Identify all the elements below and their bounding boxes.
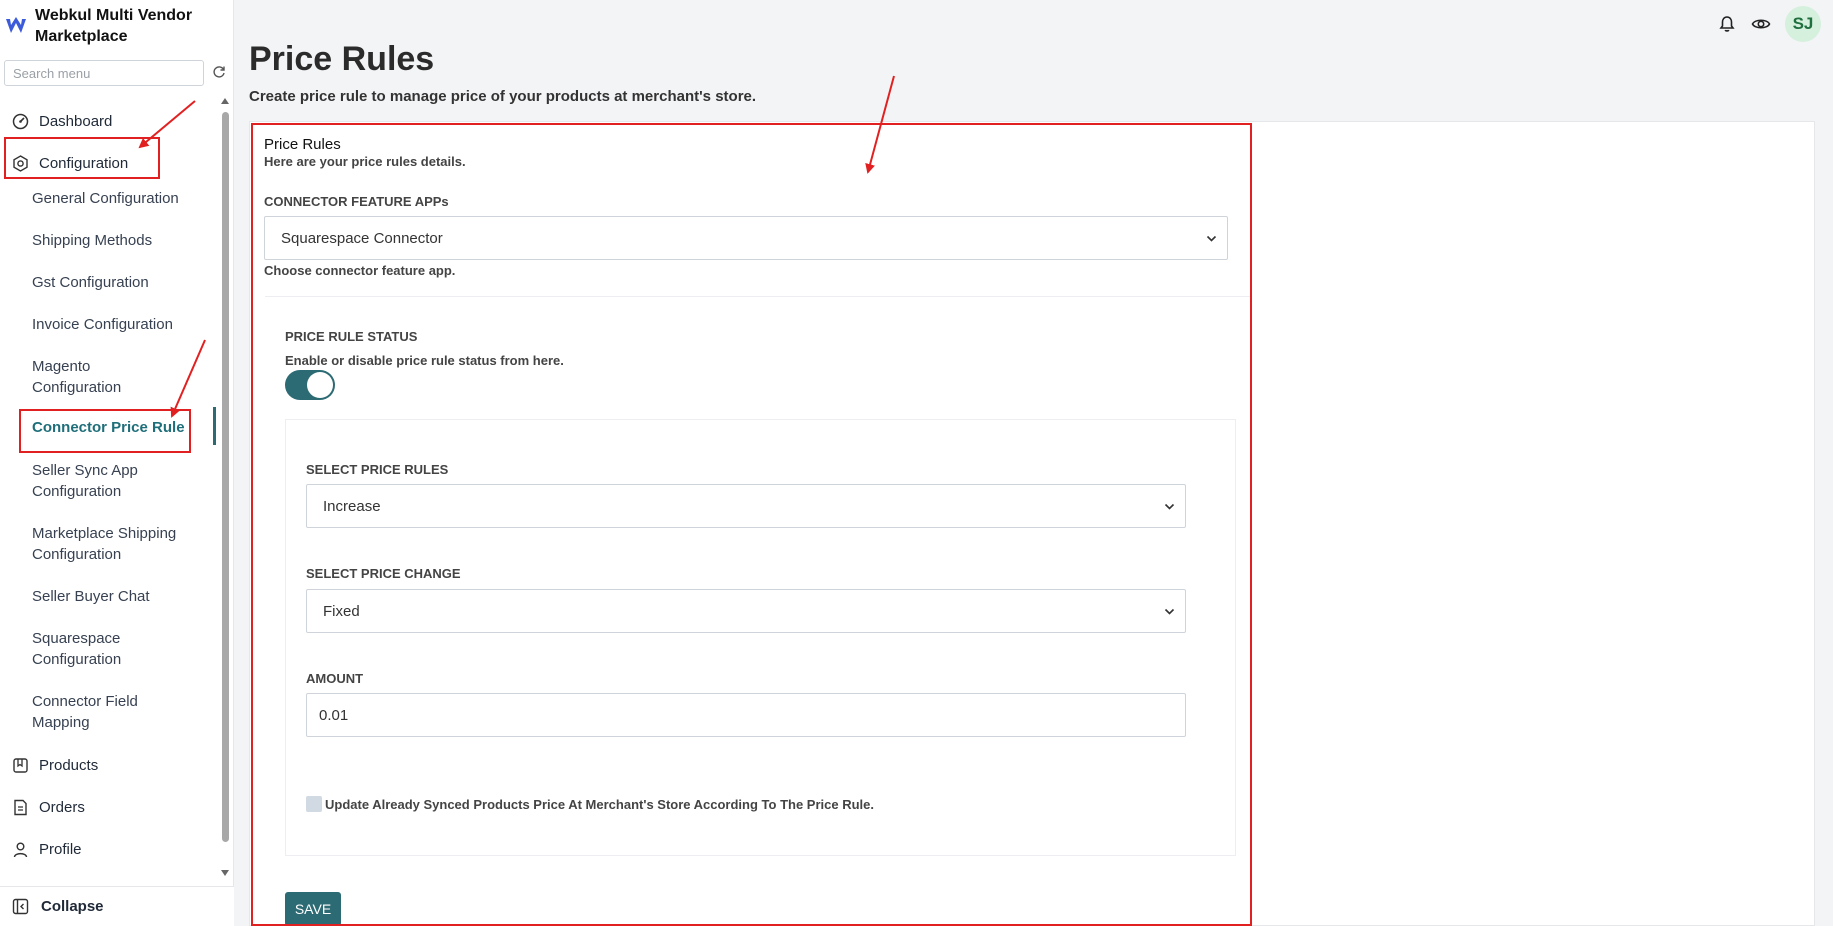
sidebar-item-configuration[interactable]: Configuration — [0, 148, 216, 178]
sidebar-subitem-gst-configuration[interactable]: Gst Configuration — [32, 272, 212, 293]
sidebar-subitem-shipping-methods[interactable]: Shipping Methods — [32, 230, 212, 251]
price-rules-select-value: Increase — [323, 497, 381, 515]
avatar[interactable]: SJ — [1785, 6, 1821, 42]
connector-help: Choose connector feature app. — [264, 263, 456, 278]
price-rules-label: SELECT PRICE RULES — [306, 462, 449, 477]
sidebar-subitem-squarespace-configuration[interactable]: Squarespace Configuration — [32, 628, 142, 670]
update-synced-label: Update Already Synced Products Price At … — [325, 797, 874, 812]
chevron-down-icon — [1164, 503, 1175, 510]
chevron-down-icon — [1164, 608, 1175, 615]
sidebar-item-label: Orders — [39, 798, 85, 816]
brand-name: Webkul Multi Vendor Marketplace — [35, 7, 193, 45]
page-subtitle: Create price rule to manage price of you… — [249, 88, 757, 105]
page-title: Price Rules — [249, 40, 435, 78]
eye-icon[interactable] — [1751, 14, 1771, 34]
collapse-button[interactable]: Collapse — [0, 886, 234, 926]
refresh-icon[interactable] — [212, 65, 226, 79]
sidebar-item-orders[interactable]: Orders — [0, 792, 216, 822]
connector-label: CONNECTOR FEATURE APPs — [264, 194, 449, 209]
sidebar-subitem-seller-sync-app-configuration[interactable]: Seller Sync App Configuration — [32, 460, 162, 502]
topbar-actions: SJ — [1717, 6, 1821, 42]
sidebar-menu: Dashboard Configuration General Configur… — [0, 96, 216, 876]
sidebar-subitem-marketplace-shipping-configuration[interactable]: Marketplace Shipping Configuration — [32, 523, 202, 565]
scroll-down-arrow-icon[interactable] — [221, 870, 229, 876]
price-change-select-value: Fixed — [323, 602, 360, 620]
price-rules-select[interactable]: Increase — [306, 484, 1186, 528]
scroll-up-arrow-icon[interactable] — [221, 98, 229, 104]
section-title: Price Rules — [264, 136, 341, 153]
scroll-thumb[interactable] — [222, 112, 229, 842]
orders-icon — [14, 799, 27, 815]
sidebar-item-label: Products — [39, 756, 99, 774]
price-change-select[interactable]: Fixed — [306, 589, 1186, 633]
search-menu-field[interactable] — [4, 60, 204, 86]
sidebar-item-products[interactable]: Products — [0, 750, 216, 780]
status-help: Enable or disable price rule status from… — [285, 353, 564, 368]
sidebar-subitem-connector-price-rule[interactable]: Connector Price Rule — [32, 417, 212, 438]
update-synced-checkbox[interactable] — [306, 796, 322, 812]
sidebar-subitem-seller-buyer-chat[interactable]: Seller Buyer Chat — [32, 586, 212, 607]
chevron-down-icon — [1206, 235, 1217, 242]
active-indicator — [213, 407, 216, 445]
status-label: PRICE RULE STATUS — [285, 329, 418, 344]
sidebar-item-dashboard[interactable]: Dashboard — [0, 106, 216, 136]
connector-select-value: Squarespace Connector — [281, 229, 443, 247]
toggle-knob — [307, 372, 333, 398]
webkul-logo-icon — [6, 17, 26, 33]
sidebar-subitem-general-configuration[interactable]: General Configuration — [32, 188, 212, 209]
amount-label: AMOUNT — [306, 671, 364, 686]
dashboard-icon — [12, 113, 29, 129]
sidebar-item-profile[interactable]: Profile — [0, 834, 216, 864]
sidebar-subitem-invoice-configuration[interactable]: Invoice Configuration — [32, 314, 212, 335]
sidebar-subitem-connector-field-mapping[interactable]: Connector Field Mapping — [32, 691, 152, 733]
connector-select[interactable]: Squarespace Connector — [264, 216, 1228, 260]
section-subtitle: Here are your price rules details. — [264, 154, 466, 169]
search-menu-input[interactable] — [5, 61, 203, 85]
sidebar-item-label: Profile — [39, 840, 82, 858]
collapse-label: Collapse — [41, 898, 104, 915]
price-change-label: SELECT PRICE CHANGE — [306, 566, 461, 581]
bell-icon[interactable] — [1717, 14, 1737, 34]
sidebar-item-label: Dashboard — [39, 112, 113, 130]
products-icon — [13, 757, 28, 773]
sidebar-subitem-magento-configuration[interactable]: Magento Configuration — [32, 356, 142, 398]
save-button[interactable]: SAVE — [285, 892, 341, 926]
collapse-icon — [12, 898, 29, 915]
brand[interactable]: Webkul Multi Vendor Marketplace — [5, 5, 205, 47]
amount-input[interactable] — [307, 694, 1185, 736]
price-rule-status-toggle[interactable] — [285, 370, 335, 400]
config-icon — [13, 154, 28, 172]
sidebar-item-label: Configuration — [39, 154, 129, 172]
profile-icon — [13, 842, 28, 857]
sidebar-scrollbar[interactable] — [220, 98, 230, 878]
sidebar: Webkul Multi Vendor Marketplace Dashboar… — [0, 0, 234, 926]
amount-field[interactable] — [306, 693, 1186, 737]
